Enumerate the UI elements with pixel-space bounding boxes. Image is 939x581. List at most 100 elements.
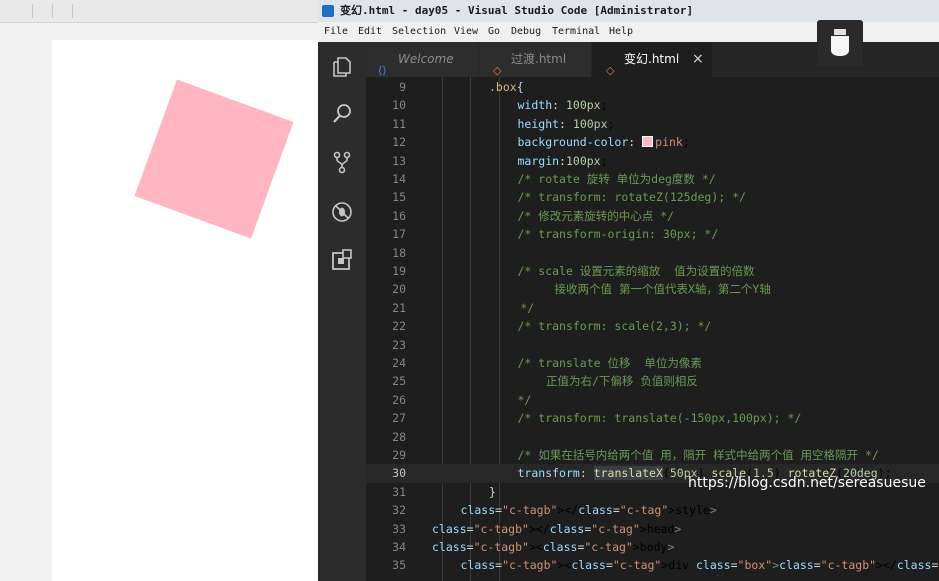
line-number: 26 xyxy=(392,392,406,407)
code-line[interactable]: 12 background-color: pink; xyxy=(366,133,939,151)
menu-debug[interactable]: Debug xyxy=(511,22,541,42)
code-line[interactable]: 33 class="c-tagb"></class="c-tag">head> xyxy=(366,520,939,538)
extensions-icon[interactable] xyxy=(330,248,354,272)
code-line[interactable]: 14 /* rotate 旋转 单位为deg度数 */ xyxy=(366,170,939,188)
tab-guodu-html[interactable]: ◇ 过渡.html xyxy=(479,42,592,77)
menu-go[interactable]: Go xyxy=(488,22,500,42)
window-title: 变幻.html - day05 - Visual Studio Code [Ad… xyxy=(340,4,694,17)
line-number: 30 xyxy=(392,466,406,481)
browser-preview xyxy=(0,0,320,581)
source-control-icon[interactable] xyxy=(330,150,354,174)
code-text: class="c-tagb"><class="c-tag">body> xyxy=(432,540,675,554)
line-number: 11 xyxy=(392,116,406,131)
code-line[interactable]: 29 /* 如果在括号内给两个值 用，隔开 样式中给两个值 用空格隔开 */ xyxy=(366,446,939,464)
tab-label: 过渡.html xyxy=(511,52,567,66)
line-number: 32 xyxy=(392,503,406,518)
code-text: background-color: pink; xyxy=(517,135,690,150)
code-line[interactable]: 17 /* transform-origin: 30px; */ xyxy=(366,225,939,243)
code-text: /* transform-origin: 30px; */ xyxy=(517,227,719,242)
toolbar-divider xyxy=(72,4,73,18)
line-number: 28 xyxy=(392,429,406,444)
line-number: 20 xyxy=(392,282,406,297)
code-line[interactable]: 32 class="c-tagb"></class="c-tag">style> xyxy=(366,501,939,519)
usb-drive-widget[interactable] xyxy=(817,20,863,66)
close-icon[interactable]: × xyxy=(692,42,704,77)
line-number: 16 xyxy=(392,208,406,223)
code-line[interactable]: 21 */ xyxy=(366,299,939,317)
tab-welcome[interactable]: ⟨⟩ Welcome xyxy=(366,42,479,77)
explorer-icon[interactable] xyxy=(330,55,354,79)
line-number: 15 xyxy=(392,190,406,205)
code-line[interactable]: 16 /* 修改元素旋转的中心点 */ xyxy=(366,207,939,225)
code-line[interactable]: 15 /* transform: rotateZ(125deg); */ xyxy=(366,188,939,206)
line-number: 19 xyxy=(392,264,406,278)
debug-icon[interactable] xyxy=(330,200,354,224)
code-line[interactable]: 9 .box{ xyxy=(366,78,939,96)
code-line[interactable]: 26 */ xyxy=(366,391,939,409)
menu-view[interactable]: View xyxy=(454,22,478,42)
line-number: 10 xyxy=(392,98,406,113)
toolbar-divider xyxy=(52,4,53,18)
menu-edit[interactable]: Edit xyxy=(358,22,382,42)
search-icon[interactable] xyxy=(330,102,354,126)
code-editor[interactable]: 9 .box{ 10 width: 100px; 11 height: 100px; 12 b… xyxy=(366,77,939,581)
code-text: /* 如果在括号内给两个值 用，隔开 样式中给两个值 用空格隔开 */ xyxy=(517,448,879,462)
code-text: /* transform: scale(2,3); */ xyxy=(517,319,712,334)
code-line[interactable]: 35 class="c-tagb"><class="c-tag">div clas… xyxy=(366,556,939,574)
code-text: class="c-tagb"></class="c-tag">style> xyxy=(460,503,717,518)
toolbar-divider xyxy=(32,4,33,18)
vscode-icon xyxy=(322,5,334,17)
usb-drive-icon xyxy=(831,29,849,56)
line-number: 35 xyxy=(392,558,406,573)
line-number: 25 xyxy=(392,374,406,389)
line-number: 21 xyxy=(392,300,406,315)
code-text: class="c-tagb"></class="c-tag">head> xyxy=(432,521,682,536)
line-number: 33 xyxy=(392,521,406,536)
activity-bar xyxy=(318,42,366,581)
code-text: /* transform: translate(-150px,100px); *… xyxy=(517,411,802,426)
code-line[interactable]: 10 width: 100px; xyxy=(366,96,939,114)
code-text: 接收两个值 第一个值代表X轴，第二个Y轴 xyxy=(554,282,771,297)
line-number: 31 xyxy=(392,484,406,499)
line-number: 22 xyxy=(392,319,406,334)
menu-file[interactable]: File xyxy=(324,22,348,42)
tab-label: 变幻.html xyxy=(624,52,680,66)
code-text: .box{ xyxy=(489,80,524,94)
code-text: /* scale 设置元素的缩放 值为设置的倍数 xyxy=(517,264,755,278)
code-text: class="c-tagb"><class="c-tag">div class=… xyxy=(460,558,939,573)
menu-selection[interactable]: Selection xyxy=(392,22,446,42)
line-number: 24 xyxy=(392,356,406,370)
code-line[interactable]: 23 xyxy=(366,336,939,354)
code-text: 正值为右/下偏移 负值则相反 xyxy=(546,374,698,389)
code-text: /* rotate 旋转 单位为deg度数 */ xyxy=(517,172,716,186)
code-line[interactable]: 22 /* transform: scale(2,3); */ xyxy=(366,317,939,335)
code-line[interactable]: 28 xyxy=(366,428,939,446)
line-number: 27 xyxy=(392,411,406,426)
code-text: /* 修改元素旋转的中心点 */ xyxy=(517,208,675,223)
browser-toolbar xyxy=(0,0,320,23)
menu-help[interactable]: Help xyxy=(609,22,633,42)
line-number: 29 xyxy=(392,448,406,462)
menu-terminal[interactable]: Terminal xyxy=(552,22,600,42)
code-text: */ xyxy=(517,392,532,407)
code-line[interactable]: 25 正值为右/下偏移 负值则相反 xyxy=(366,372,939,390)
line-number: 9 xyxy=(399,80,406,94)
code-line[interactable]: 27 /* transform: translate(-150px,100px);… xyxy=(366,409,939,427)
code-line[interactable]: 24 /* translate 位移 单位为像素 xyxy=(366,354,939,372)
tab-bianhuan-html[interactable]: ◇ 变幻.html × xyxy=(592,42,713,77)
code-line[interactable]: 11 height: 100px; xyxy=(366,115,939,133)
code-line[interactable]: 18 xyxy=(366,244,939,262)
code-line[interactable]: 20 接收两个值 第一个值代表X轴，第二个Y轴 xyxy=(366,280,939,298)
code-line[interactable]: 34 class="c-tagb"><class="c-tag">body> xyxy=(366,538,939,556)
tab-label: Welcome xyxy=(398,52,454,66)
vscode-window: 变幻.html - day05 - Visual Studio Code [Ad… xyxy=(318,0,939,581)
code-text: /* translate 位移 单位为像素 xyxy=(517,356,702,370)
code-line[interactable]: 19 /* scale 设置元素的缩放 值为设置的倍数 xyxy=(366,262,939,280)
code-text: /* transform: rotateZ(125deg); */ xyxy=(517,190,746,205)
line-number: 23 xyxy=(392,337,406,352)
code-line[interactable]: 13 margin:100px; xyxy=(366,152,939,170)
line-number: 13 xyxy=(392,153,406,168)
code-text: } xyxy=(489,484,496,499)
line-number: 34 xyxy=(392,540,406,554)
line-number: 17 xyxy=(392,227,406,242)
